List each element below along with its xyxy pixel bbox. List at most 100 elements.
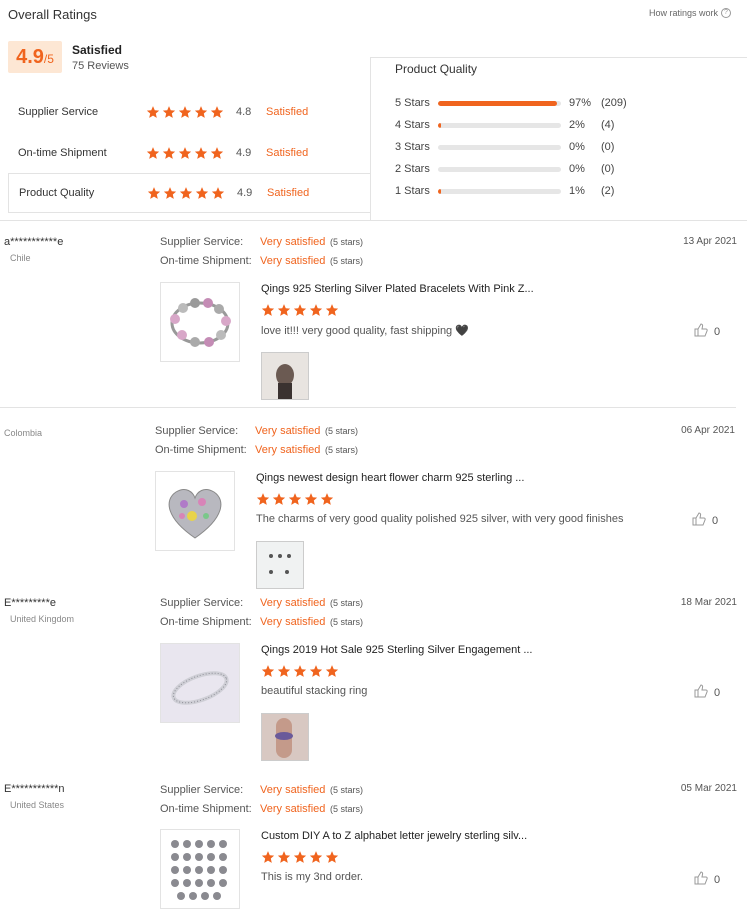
review-text: This is my 3nd order.	[261, 871, 364, 883]
supplier-service-value: Very satisfied	[255, 425, 321, 437]
star-icon	[277, 303, 291, 317]
review-date: 05 Mar 2021	[680, 783, 737, 794]
distribution-label: 5 Stars	[395, 97, 430, 109]
star-icon	[309, 303, 323, 317]
star-icon	[309, 850, 323, 864]
review-photo[interactable]	[256, 541, 304, 589]
distribution-percent: 2%	[569, 119, 585, 131]
like-button[interactable]: 0	[694, 323, 720, 340]
category-status: Satisfied	[267, 187, 310, 199]
star-icon	[211, 186, 225, 200]
review-photo[interactable]	[261, 713, 309, 761]
like-button[interactable]: 0	[694, 684, 720, 701]
product-name[interactable]: Qings 925 Sterling Silver Plated Bracele…	[261, 283, 534, 295]
star-icon	[325, 664, 339, 678]
shipment-label: On-time Shipment:	[160, 255, 252, 267]
supplier-service-line: Supplier Service: Very satisfied (5 star…	[160, 597, 363, 609]
product-name[interactable]: Qings 2019 Hot Sale 925 Sterling Silver …	[261, 644, 533, 656]
distribution-bar	[438, 166, 561, 172]
like-count: 0	[712, 514, 719, 527]
review-stars	[261, 664, 339, 678]
product-name[interactable]: Custom DIY A to Z alphabet letter jewelr…	[261, 830, 527, 842]
category-label: Product Quality	[19, 187, 95, 199]
star-icon	[272, 492, 286, 506]
how-ratings-work-link[interactable]: How ratings work ?	[649, 8, 731, 18]
product-image[interactable]	[160, 829, 240, 909]
star-icon	[277, 850, 291, 864]
reviewer-country: Chile	[10, 253, 31, 263]
like-count: 0	[714, 686, 721, 699]
distribution-label: 1 Stars	[395, 185, 430, 197]
star-icon	[288, 492, 302, 506]
distribution-percent: 97%	[569, 97, 592, 109]
distribution-count: (4)	[601, 119, 615, 131]
review-stars	[261, 850, 339, 864]
distribution-row-1: 1 Stars 1% (2)	[395, 184, 614, 198]
star-icon	[194, 146, 208, 160]
star-icon	[178, 105, 192, 119]
star-icon	[261, 664, 275, 678]
category-row-product-quality[interactable]: Product Quality 4.9 Satisfied	[8, 173, 370, 213]
distribution-row-5: 5 Stars 97% (209)	[395, 96, 627, 110]
shipment-value: Very satisfied	[260, 616, 326, 628]
distribution-label: 4 Stars	[395, 119, 430, 131]
shipment-stars: (5 stars)	[330, 804, 364, 814]
distribution-count: (0)	[601, 141, 615, 153]
supplier-service-label: Supplier Service:	[160, 784, 244, 796]
star-icon	[162, 146, 176, 160]
category-score: 4.9	[236, 147, 252, 159]
shipment-value: Very satisfied	[255, 444, 321, 456]
product-image[interactable]	[160, 282, 240, 362]
star-icon	[256, 492, 270, 506]
thumbs-up-icon	[694, 323, 708, 340]
shipment-label: On-time Shipment:	[155, 444, 247, 456]
star-icon	[325, 303, 339, 317]
distribution-title: Product Quality	[395, 62, 478, 76]
supplier-service-line: Supplier Service: Very satisfied (5 star…	[160, 784, 363, 796]
supplier-service-stars: (5 stars)	[330, 237, 364, 247]
supplier-service-value: Very satisfied	[260, 784, 326, 796]
reviewer-name: E*********e	[4, 597, 56, 609]
supplier-service-stars: (5 stars)	[330, 785, 364, 795]
like-button[interactable]: 0	[694, 871, 720, 888]
distribution-bar-fill	[438, 100, 558, 106]
distribution-bar-fill	[438, 188, 441, 194]
star-icon	[325, 850, 339, 864]
distribution-bar	[438, 188, 561, 194]
reviewer-country: United States	[10, 800, 65, 810]
supplier-service-stars: (5 stars)	[330, 598, 364, 608]
distribution-percent: 0%	[569, 163, 585, 175]
overall-score: 4.9	[16, 46, 44, 68]
star-icon	[293, 850, 307, 864]
shipment-line: On-time Shipment: Very satisfied (5 star…	[155, 444, 358, 456]
star-icon	[163, 186, 177, 200]
divider	[0, 220, 747, 221]
review-date: 13 Apr 2021	[683, 236, 737, 247]
distribution-count: (0)	[601, 163, 615, 175]
product-image[interactable]	[155, 471, 235, 551]
reviewer-country: Colombia	[4, 428, 43, 438]
reviewer-name: E***********n	[4, 783, 65, 795]
star-icon	[162, 105, 176, 119]
review-stars	[256, 492, 334, 506]
product-name[interactable]: Qings newest design heart flower charm 9…	[256, 472, 524, 484]
category-stars	[146, 105, 224, 119]
review-date: 06 Apr 2021	[681, 425, 735, 436]
star-icon	[293, 303, 307, 317]
shipment-label: On-time Shipment:	[160, 616, 252, 628]
reviews-count: 75 Reviews	[72, 60, 129, 72]
product-image[interactable]	[160, 643, 240, 723]
like-count: 0	[714, 873, 721, 886]
reviewer-country: United Kingdom	[10, 614, 75, 624]
thumbs-up-icon	[694, 871, 708, 888]
like-button[interactable]: 0	[692, 512, 718, 529]
star-icon	[195, 186, 209, 200]
category-row-supplier-service: Supplier Service 4.8 Satisfied	[8, 92, 370, 132]
supplier-service-label: Supplier Service:	[155, 425, 239, 437]
star-icon	[293, 664, 307, 678]
distribution-percent: 0%	[569, 141, 585, 153]
review-photo[interactable]	[261, 352, 309, 400]
category-stars	[147, 186, 225, 200]
supplier-service-label: Supplier Service:	[160, 236, 244, 248]
review-text: beautiful stacking ring	[261, 685, 368, 697]
